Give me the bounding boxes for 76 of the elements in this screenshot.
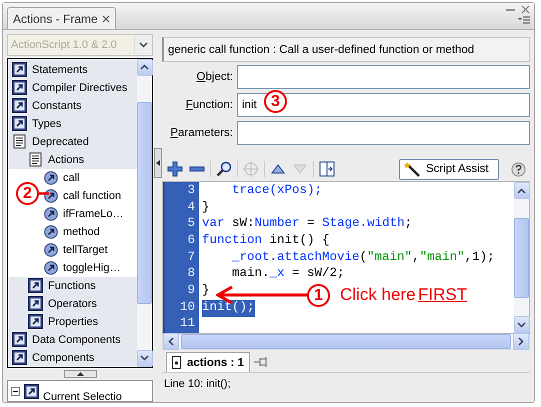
split-panel-icon[interactable]: [318, 160, 336, 178]
description-text: generic call function : Call a user-defined function or method: [162, 37, 530, 62]
script-tab[interactable]: actions : 1: [166, 352, 250, 372]
panel-tab[interactable]: Actions - Frame: [7, 7, 116, 29]
tree-item[interactable]: Properties: [28, 314, 98, 329]
tree-item[interactable]: Current Selectio: [43, 391, 122, 403]
chevron-up-icon: [140, 64, 149, 70]
line-number: 5: [186, 216, 196, 232]
code-line: }: [202, 283, 210, 300]
chevron-right-icon: [518, 337, 524, 346]
code-line: main._x = sW/2;: [231, 266, 345, 282]
arrow-box-icon: [12, 80, 27, 95]
line-number: 4: [186, 200, 196, 216]
close-icon[interactable]: [102, 14, 110, 22]
document-icon: [172, 356, 181, 369]
line-number: 11: [178, 316, 196, 332]
field-label: Parameters:: [169, 127, 233, 139]
field-label: Object:: [196, 71, 233, 83]
book-icon: [12, 134, 27, 149]
menu-icon[interactable]: [518, 16, 530, 24]
line-number: 10: [178, 300, 196, 316]
chevron-down-icon: [139, 42, 148, 48]
arrow-box-icon: [28, 314, 43, 329]
chevron-down-icon: [517, 322, 526, 328]
script-assist-button[interactable]: Script Assist: [399, 158, 499, 180]
arrow-box-icon: [12, 116, 27, 131]
callout-text: Click here: [340, 285, 416, 305]
scrollbar[interactable]: [137, 58, 152, 366]
input-field[interactable]: [237, 121, 530, 145]
tree-item[interactable]: Deprecated: [12, 134, 89, 149]
code-line: }: [202, 200, 210, 216]
arrow-box-icon: [12, 62, 27, 77]
line-number: 9: [186, 283, 196, 300]
callout-emphasis: FIRST: [418, 285, 468, 305]
line-number: 6: [186, 233, 196, 250]
line-number: 3: [186, 183, 196, 199]
tree-item[interactable]: Constants: [12, 98, 82, 113]
close-icon[interactable]: [521, 5, 530, 14]
arrow-box-icon: [12, 332, 27, 347]
tree-item[interactable]: Types: [12, 116, 62, 131]
leader-line: [39, 192, 49, 195]
code-line: var sW:Number = Stage.width;: [202, 216, 412, 232]
line-number: 7: [186, 250, 196, 266]
collapse-icon[interactable]: [11, 386, 20, 396]
chevron-left-icon: [168, 337, 174, 346]
splitter-handle[interactable]: [64, 370, 96, 378]
add-icon[interactable]: [166, 160, 184, 178]
status-text: Line 10: init();: [163, 377, 232, 392]
code-line: trace(xPos);: [231, 183, 322, 199]
tree-item[interactable]: Operators: [28, 296, 97, 311]
tree-item[interactable]: Components: [12, 350, 94, 365]
arrow-box-icon: [12, 98, 27, 113]
code-line: function init() {: [202, 233, 330, 250]
book-icon: [28, 152, 43, 167]
scrollbar[interactable]: [162, 334, 530, 350]
tree-item[interactable]: call function: [44, 188, 122, 202]
arrow-box-icon: [28, 296, 43, 311]
tree-item[interactable]: Data Components: [12, 332, 121, 347]
tree-item[interactable]: Functions: [28, 278, 96, 293]
find-icon[interactable]: [215, 160, 233, 178]
arrow-box-icon: [28, 278, 43, 293]
tree-item[interactable]: Actions: [28, 152, 84, 167]
chevron-up-icon: [517, 188, 526, 194]
help-icon[interactable]: [511, 162, 526, 176]
line-number: 8: [186, 266, 196, 282]
tree-item[interactable]: Compiler Directives: [12, 80, 128, 95]
input-field[interactable]: [237, 65, 530, 89]
field-label: Function:: [184, 99, 233, 111]
tree-item[interactable]: Statements: [12, 62, 88, 77]
code-line: _root.attachMovie("main","main",1);: [231, 250, 495, 266]
scrollbar[interactable]: [514, 182, 529, 333]
magic-wand-icon: [404, 161, 420, 177]
chevron-down-icon: [140, 355, 149, 361]
arrow-box-icon: [12, 350, 27, 365]
arrow-box-icon: [24, 384, 39, 398]
collapse-handle[interactable]: [154, 148, 162, 178]
